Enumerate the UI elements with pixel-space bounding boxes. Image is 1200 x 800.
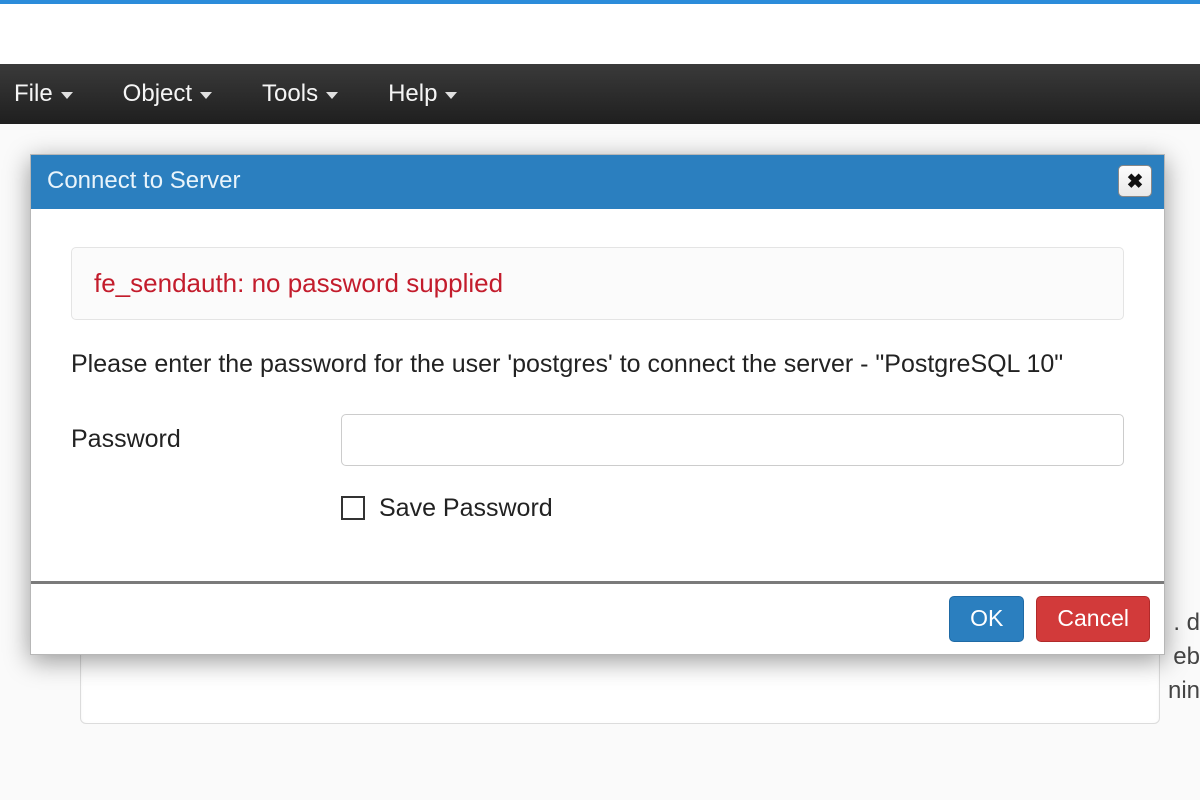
menu-tools[interactable]: Tools bbox=[262, 80, 338, 108]
ok-button-label: OK bbox=[970, 605, 1003, 632]
menu-object-label: Object bbox=[123, 80, 192, 108]
header-gap bbox=[0, 4, 1200, 64]
password-input[interactable] bbox=[341, 414, 1124, 466]
stage: . d eb nin Connect to Server ✖ fe_sendau… bbox=[0, 124, 1200, 800]
caret-down-icon bbox=[61, 92, 73, 99]
menu-help-label: Help bbox=[388, 80, 437, 108]
connect-server-dialog: Connect to Server ✖ fe_sendauth: no pass… bbox=[30, 154, 1165, 655]
close-icon: ✖ bbox=[1127, 169, 1144, 194]
password-label: Password bbox=[71, 425, 341, 454]
background-text-fragment: eb bbox=[1173, 640, 1200, 674]
caret-down-icon bbox=[326, 92, 338, 99]
prompt-text: Please enter the password for the user '… bbox=[71, 346, 1124, 384]
menu-help[interactable]: Help bbox=[388, 80, 457, 108]
dialog-body: fe_sendauth: no password supplied Please… bbox=[31, 209, 1164, 581]
menu-tools-label: Tools bbox=[262, 80, 318, 108]
password-row: Password bbox=[71, 414, 1124, 466]
save-password-row: Save Password bbox=[71, 494, 1124, 523]
error-message: fe_sendauth: no password supplied bbox=[71, 247, 1124, 320]
caret-down-icon bbox=[445, 92, 457, 99]
dialog-footer: OK Cancel bbox=[31, 581, 1164, 654]
dialog-titlebar[interactable]: Connect to Server ✖ bbox=[31, 155, 1164, 209]
caret-down-icon bbox=[200, 92, 212, 99]
cancel-button[interactable]: Cancel bbox=[1036, 596, 1150, 642]
menu-file-label: File bbox=[14, 80, 53, 108]
dialog-title: Connect to Server bbox=[47, 167, 240, 195]
cancel-button-label: Cancel bbox=[1057, 605, 1129, 632]
menubar: File Object Tools Help bbox=[0, 64, 1200, 124]
background-text-fragment: . d bbox=[1173, 606, 1200, 640]
save-password-checkbox[interactable] bbox=[341, 496, 365, 520]
close-button[interactable]: ✖ bbox=[1118, 165, 1152, 197]
menu-file[interactable]: File bbox=[14, 80, 73, 108]
save-password-container: Save Password bbox=[341, 494, 553, 523]
ok-button[interactable]: OK bbox=[949, 596, 1024, 642]
menu-object[interactable]: Object bbox=[123, 80, 212, 108]
save-password-label: Save Password bbox=[379, 494, 553, 523]
background-text-fragment: nin bbox=[1168, 674, 1200, 708]
